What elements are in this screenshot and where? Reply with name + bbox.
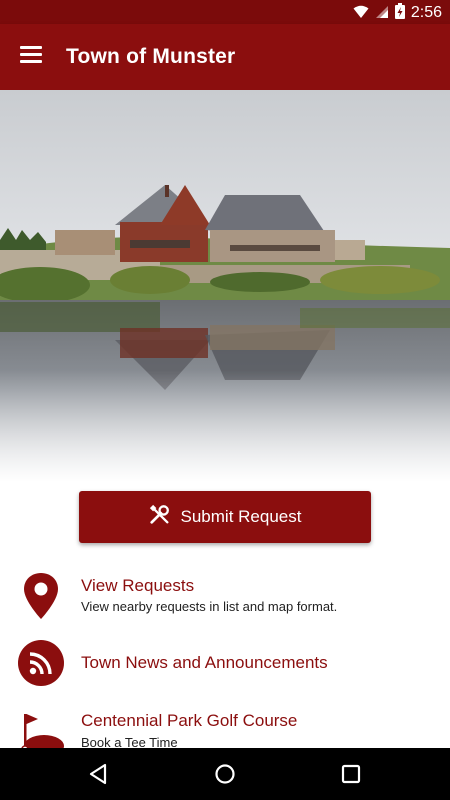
view-requests-title: View Requests	[81, 576, 195, 595]
submit-request-button[interactable]: Submit Request	[79, 491, 371, 543]
status-time: 2:56	[410, 4, 442, 21]
golf-course-title: Centennial Park Golf Course	[81, 711, 298, 730]
back-icon[interactable]	[85, 760, 113, 788]
hamburger-menu-icon[interactable]	[20, 46, 42, 64]
list-item-golf-course[interactable]: Centennial Park Golf Course Book a Tee T…	[0, 700, 450, 748]
home-icon[interactable]	[211, 760, 239, 788]
app-bar: Town of Munster	[0, 24, 450, 90]
view-requests-subtitle: View nearby requests in list and map for…	[81, 599, 338, 614]
wifi-icon	[353, 4, 369, 23]
status-bar: 2:56	[0, 0, 450, 24]
list-item-town-news[interactable]: Town News and Announcements	[0, 638, 450, 688]
recents-icon[interactable]	[337, 760, 365, 788]
app-title: Town of Munster	[66, 45, 236, 68]
battery-charging-icon	[394, 3, 405, 23]
golf-flag-icon	[18, 710, 64, 748]
signal-icon	[375, 4, 389, 23]
list-item-view-requests[interactable]: View Requests View nearby requests in li…	[0, 566, 450, 626]
submit-request-label: Submit Request	[180, 507, 302, 526]
map-pin-icon	[18, 571, 64, 619]
navigation-bar	[0, 748, 450, 800]
tools-icon	[149, 504, 171, 530]
hero-image	[0, 90, 450, 482]
town-news-title: Town News and Announcements	[81, 653, 328, 672]
golf-course-subtitle: Book a Tee Time	[81, 735, 178, 748]
rss-feed-icon	[18, 640, 64, 686]
town-hall-lake-photo	[0, 90, 450, 482]
